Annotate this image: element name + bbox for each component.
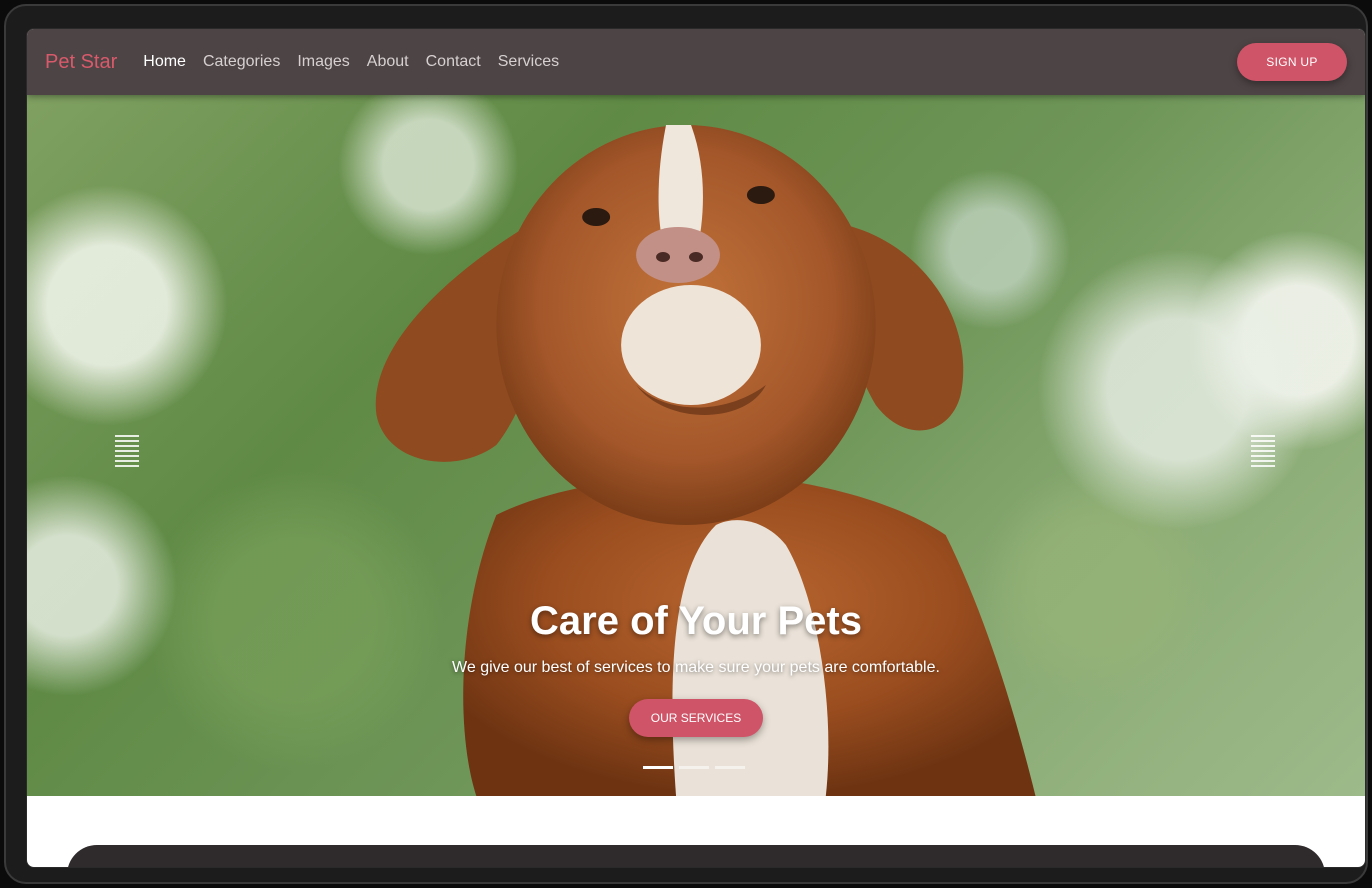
nav-link-services[interactable]: Services bbox=[498, 53, 559, 71]
next-section-card bbox=[67, 845, 1325, 867]
nav-link-contact[interactable]: Contact bbox=[426, 53, 481, 71]
hero-carousel: Care of Your Pets We give our best of se… bbox=[27, 95, 1365, 796]
hero-subtitle: We give our best of services to make sur… bbox=[452, 659, 940, 676]
nav-link-about[interactable]: About bbox=[367, 53, 409, 71]
nav-link-home[interactable]: Home bbox=[143, 53, 186, 71]
carousel-prev-control[interactable] bbox=[113, 431, 141, 471]
dog-image bbox=[375, 125, 1036, 796]
nav-link-categories[interactable]: Categories bbox=[203, 53, 280, 71]
our-services-button[interactable]: OUR SERVICES bbox=[629, 699, 763, 737]
hero-title: Care of Your Pets bbox=[530, 599, 862, 643]
carousel-indicator-1[interactable] bbox=[643, 766, 673, 769]
carousel-next-control[interactable] bbox=[1249, 431, 1277, 471]
browser-viewport: Pet Star Home Categories Images About Co… bbox=[26, 28, 1366, 868]
signup-button[interactable]: SIGN UP bbox=[1237, 43, 1347, 81]
navbar: Pet Star Home Categories Images About Co… bbox=[27, 29, 1365, 95]
device-frame: Pet Star Home Categories Images About Co… bbox=[4, 4, 1368, 884]
carousel-indicator-2[interactable] bbox=[679, 766, 709, 769]
brand-logo[interactable]: Pet Star bbox=[45, 51, 117, 74]
carousel-indicators bbox=[643, 766, 745, 769]
carousel-indicator-3[interactable] bbox=[715, 766, 745, 769]
nav-link-images[interactable]: Images bbox=[297, 53, 349, 71]
